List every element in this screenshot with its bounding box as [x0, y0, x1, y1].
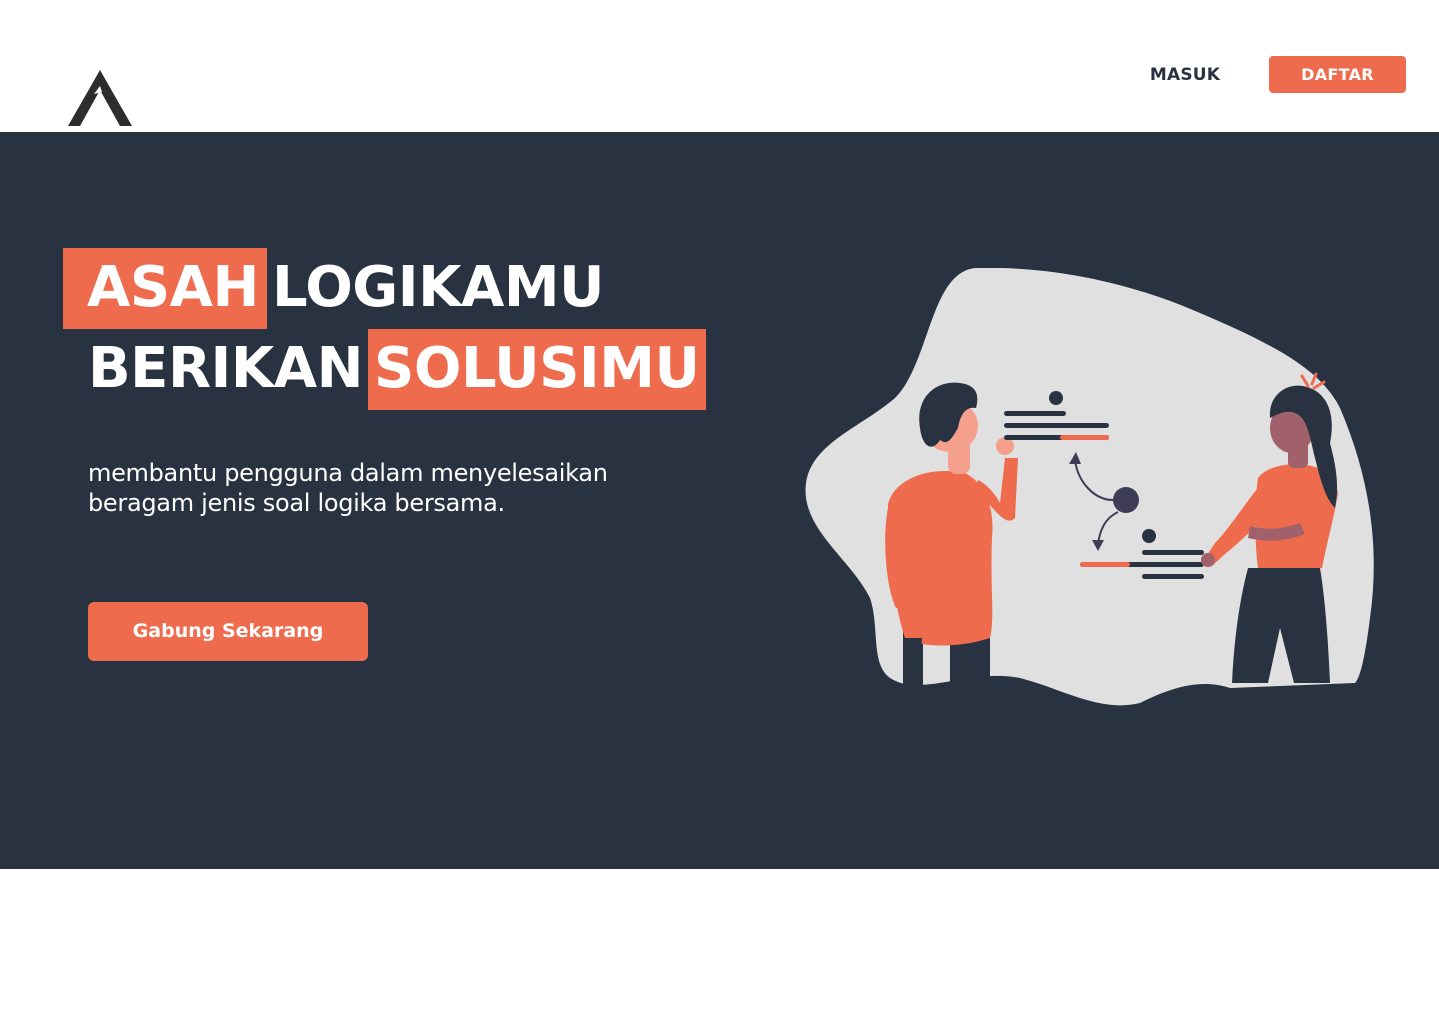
headline-word-asah: ASAH [63, 248, 267, 329]
mountain-logo-icon[interactable] [66, 68, 134, 128]
login-link[interactable]: MASUK [1130, 60, 1240, 90]
subtitle-line-2: beragam jenis soal logika bersama. [88, 489, 505, 517]
headline-word-berikan: BERIKAN [88, 336, 364, 401]
hero-section: ASAH LOGIKAMU BERIKAN SOLUSIMU membantu … [0, 132, 1439, 869]
two-people-exchanging-data-illustration [805, 268, 1374, 706]
register-button[interactable]: DAFTAR [1269, 56, 1406, 93]
subtitle-line-1: membantu pengguna dalam menyelesaikan [88, 459, 608, 487]
join-now-button[interactable]: Gabung Sekarang [88, 602, 368, 661]
site-header: MASUK DAFTAR [0, 0, 1439, 132]
headline-word-logikamu: LOGIKAMU [272, 255, 605, 320]
headline-word-solusimu: SOLUSIMU [368, 329, 706, 410]
hero-subtitle: membantu pengguna dalam menyelesaikan be… [88, 458, 688, 518]
